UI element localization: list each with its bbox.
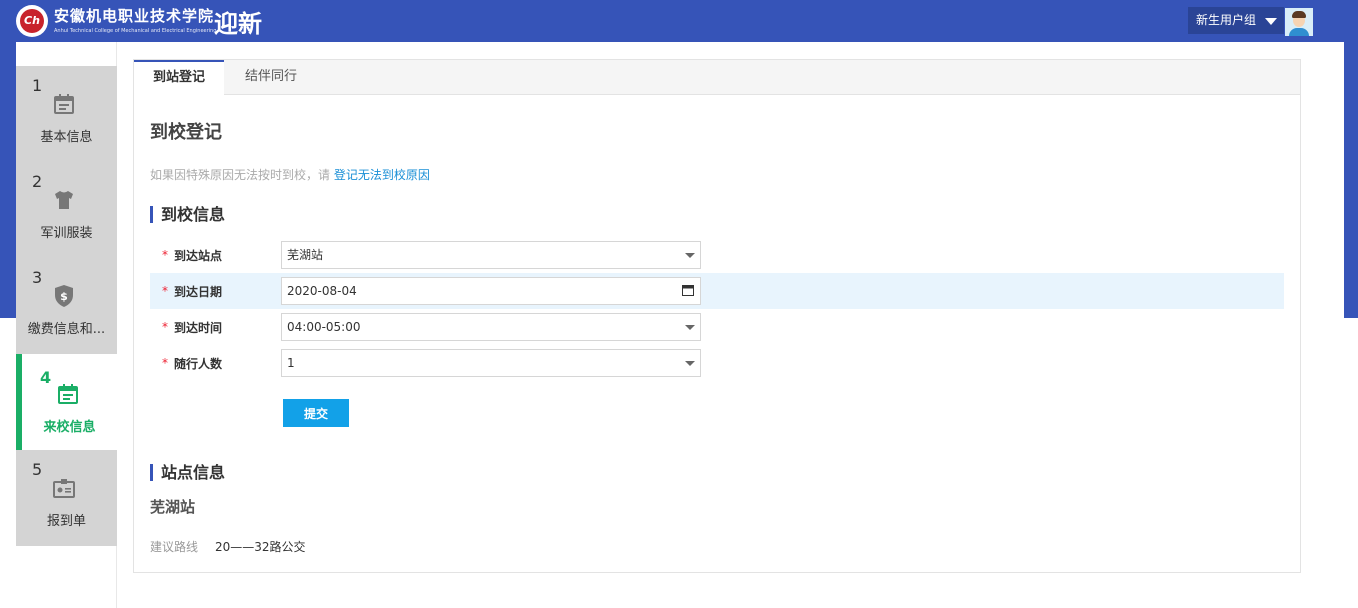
companions-value: 1	[287, 356, 295, 370]
step-label: 基本信息	[40, 130, 93, 145]
companions-select[interactable]: 1	[281, 349, 701, 377]
sidebar-step-uniform[interactable]: 2 军训服装	[16, 162, 117, 258]
form-row-station: * 到达站点 芜湖站	[150, 237, 1284, 273]
college-logo: Ch	[16, 5, 48, 37]
step-label: 报到单	[46, 514, 86, 529]
submit-button[interactable]: 提交	[283, 399, 349, 427]
date-label: 到达日期	[174, 285, 223, 299]
tab-travel-together[interactable]: 结伴同行	[226, 60, 316, 95]
time-value: 04:00-05:00	[287, 320, 361, 334]
station-value: 芜湖站	[287, 248, 324, 262]
logo-emblem: Ch	[20, 9, 44, 33]
arrival-section-title: 到校信息	[150, 206, 225, 223]
step-number: 2	[32, 172, 43, 191]
route-value: 20——32路公交	[215, 540, 306, 554]
content-panel: 到站登记 结伴同行 到校登记 如果因特殊原因无法按时到校，请 登记无法到校原因 …	[133, 59, 1301, 573]
date-input[interactable]: 2020-08-04	[281, 277, 701, 305]
notice-prefix: 如果因特殊原因无法按时到校，请	[150, 168, 331, 182]
station-label: 到达站点	[174, 249, 223, 263]
step-number: 4	[40, 368, 52, 387]
required-mark: *	[162, 356, 168, 370]
tab-station-registration[interactable]: 到站登记	[134, 60, 224, 96]
caret-down-icon	[1265, 18, 1277, 25]
tshirt-icon	[55, 191, 73, 209]
school-name: 安徽机电职业技术学院	[54, 7, 215, 25]
step-label: 军训服装	[40, 226, 93, 241]
absence-reason-link[interactable]: 登记无法到校原因	[334, 168, 430, 182]
tab-bar: 到站登记 结伴同行	[134, 60, 1300, 96]
sidebar-step-arrival-info[interactable]: 4 来校信息	[16, 354, 117, 450]
time-label: 到达时间	[174, 321, 223, 335]
form-row-companions: * 随行人数 1	[150, 345, 1284, 381]
chevron-down-icon	[685, 361, 695, 366]
svg-text:$: $	[60, 290, 68, 303]
calendar-check-icon	[58, 384, 78, 404]
main-container: 1 基本信息 2 军训服装 3 $ 缴费信息和... 4 来校信息 5 报到单 …	[16, 42, 1344, 608]
avatar-hair	[1292, 11, 1306, 18]
sidebar-step-report-form[interactable]: 5 报到单	[16, 450, 117, 546]
user-group-label: 新生用户组	[1196, 13, 1257, 27]
step-label: 来校信息	[43, 420, 96, 435]
companions-label: 随行人数	[174, 357, 223, 371]
calendar-icon	[54, 94, 74, 114]
id-card-icon	[53, 479, 75, 498]
top-header: Ch 安徽机电职业技术学院 Anhui Technical College of…	[0, 0, 1358, 42]
school-name-english: Anhui Technical College of Mechanical an…	[54, 28, 217, 34]
route-label: 建议路线	[150, 540, 199, 554]
station-name: 芜湖站	[150, 498, 196, 516]
form-row-time: * 到达时间 04:00-05:00	[150, 309, 1284, 345]
avatar[interactable]	[1285, 8, 1313, 36]
required-mark: *	[162, 320, 168, 334]
step-number: 1	[32, 76, 43, 95]
page-margin	[1344, 318, 1358, 608]
notice-text: 如果因特殊原因无法按时到校，请 登记无法到校原因	[150, 166, 430, 183]
calendar-picker-icon[interactable]	[682, 284, 694, 296]
station-section-title: 站点信息	[150, 464, 225, 481]
app-title: 迎新	[214, 10, 262, 38]
time-select[interactable]: 04:00-05:00	[281, 313, 701, 341]
user-group-dropdown[interactable]: 新生用户组	[1188, 7, 1284, 34]
step-number: 5	[32, 460, 43, 479]
required-mark: *	[162, 248, 168, 262]
page-title: 到校登记	[150, 122, 222, 143]
step-sidebar: 1 基本信息 2 军训服装 3 $ 缴费信息和... 4 来校信息 5 报到单	[16, 66, 117, 546]
station-select[interactable]: 芜湖站	[281, 241, 701, 269]
sidebar-step-basic-info[interactable]: 1 基本信息	[16, 66, 117, 162]
date-value: 2020-08-04	[287, 284, 357, 298]
step-number: 3	[32, 268, 43, 287]
chevron-down-icon	[685, 253, 695, 258]
shield-dollar-icon: $	[55, 285, 73, 307]
sidebar-step-payment[interactable]: 3 $ 缴费信息和...	[16, 258, 117, 354]
form-row-date: * 到达日期 2020-08-04	[150, 273, 1284, 309]
avatar-body	[1289, 28, 1309, 36]
chevron-down-icon	[685, 325, 695, 330]
required-mark: *	[162, 284, 168, 298]
step-label: 缴费信息和...	[27, 322, 106, 337]
